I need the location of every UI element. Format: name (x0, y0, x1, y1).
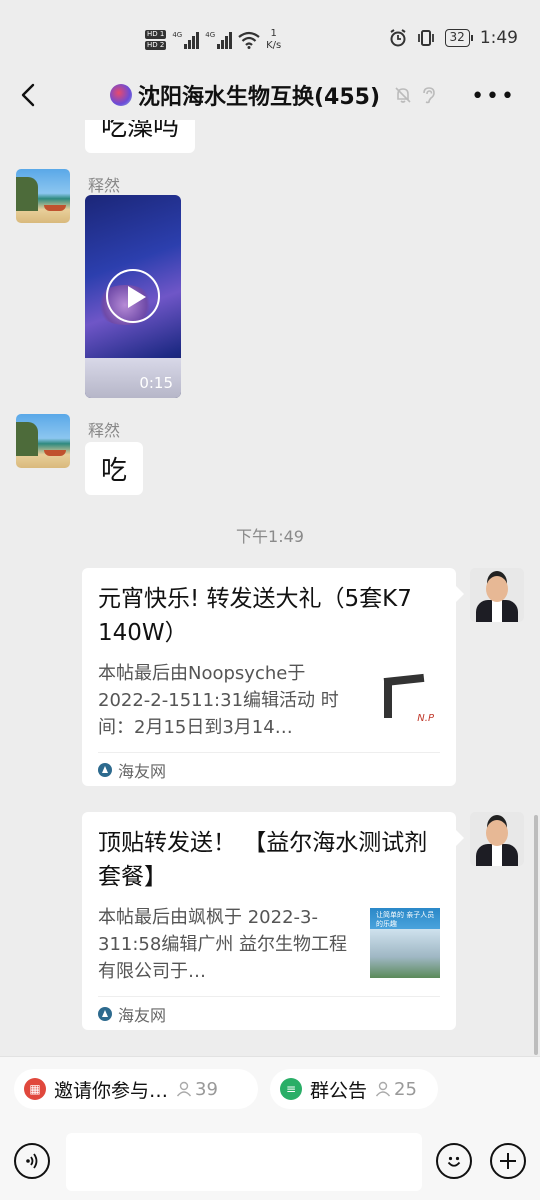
announcement-label: 群公告 (310, 1079, 368, 1102)
card-description: 本帖最后由Noopsyche于 2022-2-1511:31编辑活动 时间：2月… (98, 663, 339, 738)
avatar[interactable] (16, 169, 70, 223)
scrollbar[interactable] (534, 815, 538, 1055)
speed-value: 1 (270, 28, 277, 39)
network-speed: 1 K/s (266, 28, 281, 52)
source-logo-icon (98, 762, 112, 777)
source-logo-icon (98, 1006, 112, 1021)
status-left: HD 1 HD 2 4G 4G 1 K/s (145, 26, 281, 54)
source-name: 海友网 (118, 1005, 167, 1025)
lamp-thumbnail-image: N.P (370, 664, 440, 734)
speed-unit: K/s (266, 40, 282, 51)
wifi-icon (238, 31, 260, 49)
my-avatar[interactable] (470, 812, 524, 866)
bottom-panel: ▦ 邀请你参与… 39 ≡ 群公告 25 (0, 1056, 540, 1200)
add-button[interactable] (490, 1143, 526, 1179)
invite-count: 39 (176, 1079, 218, 1100)
emoji-button[interactable] (436, 1143, 472, 1179)
voice-button[interactable] (14, 1143, 50, 1179)
alarm-icon (389, 29, 406, 47)
video-message[interactable]: 0:15 (85, 195, 181, 398)
vibrate-icon (417, 30, 434, 46)
avatar[interactable] (16, 414, 70, 468)
card-body: 本帖最后由Noopsyche于 2022-2-1511:31编辑活动 时间：2月… (98, 660, 440, 742)
clock: 1:49 (479, 28, 518, 48)
source-name: 海友网 (118, 761, 167, 781)
announcement-chip[interactable]: ≡ 群公告 25 (270, 1069, 438, 1109)
card-title: 元宵快乐! 转发送大礼（5套K7 140W） (98, 586, 412, 646)
input-row (0, 1131, 540, 1193)
invite-icon: ▦ (24, 1078, 46, 1100)
back-icon[interactable] (14, 80, 44, 110)
emoji-icon (447, 1156, 461, 1167)
group-logo-icon (110, 84, 132, 106)
beach-avatar-image (16, 169, 70, 223)
timestamp: 下午1:49 (236, 527, 304, 546)
announcement-count-value: 25 (394, 1078, 417, 1100)
battery-icon: 32 (444, 29, 474, 47)
link-card[interactable]: 元宵快乐! 转发送大礼（5套K7 140W） 本帖最后由Noopsyche于 2… (82, 568, 464, 786)
sender-name: 释然 (88, 421, 121, 440)
link-card[interactable]: 顶贴转发送！ 【益尔海水测试剂套餐】 本帖最后由飒枫于 2022-3-311:5… (82, 812, 464, 1030)
card-source: 海友网 (98, 752, 440, 786)
video-duration: 0:15 (139, 374, 173, 392)
message-text: 吃藻吗 (101, 120, 180, 142)
hd1-badge: HD 1 (145, 30, 167, 39)
chat-title-text: 沈阳海水生物互换(455) (138, 85, 381, 110)
signal-2-icon: 4G (205, 31, 233, 49)
hd-badges: HD 1 HD 2 (145, 30, 167, 50)
my-avatar[interactable] (470, 568, 524, 622)
net1-label: 4G (172, 31, 183, 39)
invite-count-value: 39 (195, 1078, 218, 1100)
plus-icon (500, 1153, 516, 1169)
sender-name: 释然 (88, 176, 121, 195)
card-title: 顶贴转发送！ 【益尔海水测试剂套餐】 (98, 830, 428, 890)
announcement-count: 25 (375, 1079, 417, 1100)
ear-icon (423, 87, 435, 104)
voice-icon (26, 1153, 38, 1169)
net2-label: 4G (205, 31, 216, 39)
message-bubble-partial[interactable]: 吃藻吗 (85, 120, 196, 153)
message-bubble[interactable]: 吃 (85, 442, 144, 495)
signal-1-icon: 4G (172, 31, 200, 49)
message-text: 吃 (101, 456, 128, 486)
hd2-badge: HD 2 (145, 41, 167, 50)
play-icon[interactable] (106, 269, 160, 323)
card-body: 本帖最后由飒枫于 2022-3-311:58编辑广州 益尔生物工程有限公司于… … (98, 904, 440, 986)
person-icon (176, 1081, 192, 1097)
person-avatar-image (470, 812, 524, 866)
announcement-icon: ≡ (280, 1078, 302, 1100)
mute-bell-icon (395, 87, 411, 103)
status-bar: HD 1 HD 2 4G 4G 1 K/s 32 1:49 (0, 0, 540, 80)
title-icons (394, 86, 436, 104)
chat-area: 吃藻吗 释然 0:15 释然 吃 下午1:49 元宵快乐! 转发送大礼（5套K7… (0, 120, 540, 1056)
invite-chip[interactable]: ▦ 邀请你参与… 39 (14, 1069, 258, 1109)
beach-avatar-image (16, 414, 70, 468)
person-icon (375, 1081, 391, 1097)
building-thumbnail-image: 让简单的 亲子人员的乐趣 (370, 908, 440, 978)
more-options-icon[interactable]: ••• (471, 84, 516, 109)
card-source: 海友网 (98, 996, 440, 1030)
thumbnail-brand-text: N.P (417, 713, 434, 724)
person-avatar-image (470, 568, 524, 622)
invite-label: 邀请你参与… (54, 1079, 169, 1102)
title-bar: 沈阳海水生物互换(455) ••• (0, 70, 540, 120)
message-input[interactable] (66, 1133, 422, 1191)
status-right: 32 1:49 (389, 28, 518, 48)
thumbnail-text: 让简单的 亲子人员的乐趣 (376, 911, 435, 928)
chat-title: 沈阳海水生物互换(455) (110, 80, 436, 110)
card-description: 本帖最后由飒枫于 2022-3-311:58编辑广州 益尔生物工程有限公司于… (98, 907, 348, 982)
